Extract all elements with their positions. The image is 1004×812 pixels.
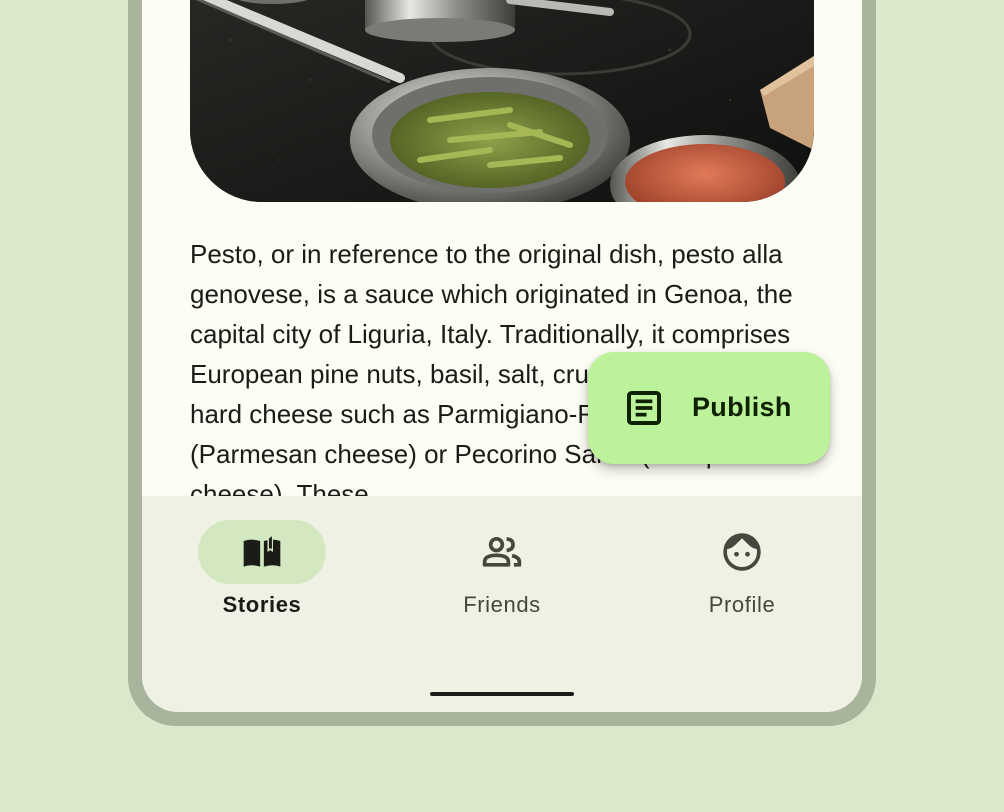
publish-fab[interactable]: Publish [588,352,830,464]
publish-label: Publish [692,392,792,422]
nav-label-stories: Stories [222,592,302,617]
nav-label-friends: Friends [463,592,541,617]
people-icon [482,536,522,567]
bottom-navigation: Stories Friends Profile [142,496,862,712]
cooking-pots-photo [190,0,814,202]
nav-label-profile: Profile [708,592,776,617]
article-icon [627,391,661,425]
nav-item-profile[interactable]: Profile [622,520,862,630]
hero-image [190,0,814,202]
home-indicator[interactable] [430,692,574,696]
nav-item-friends[interactable]: Friends [382,520,622,630]
face-icon [723,533,761,571]
book-open-icon [243,534,281,567]
nav-item-stories[interactable]: Stories [142,520,382,630]
